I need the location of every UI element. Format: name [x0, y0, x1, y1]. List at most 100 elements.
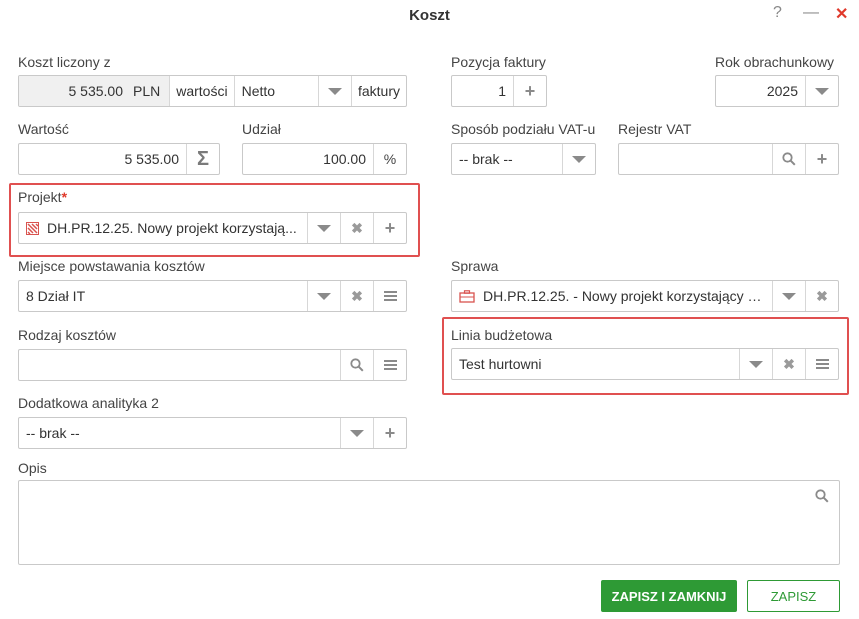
fiscal-year-dropdown-button[interactable] [805, 76, 838, 106]
vat-register-label: Rejestr VAT [618, 121, 692, 137]
cost-from-invoice-label: faktury [350, 76, 406, 106]
fiscal-year-value: 2025 [766, 83, 798, 99]
cost-center-label: Miejsce powstawania kosztów [18, 258, 205, 274]
chevron-down-icon [572, 155, 586, 163]
fiscal-year-select[interactable]: 2025 [715, 75, 839, 107]
project-value: DH.PR.12.25. Nowy projekt korzystają... [19, 213, 307, 243]
cost-from-of-label: wartości [169, 76, 233, 106]
clear-icon: ✖ [816, 287, 828, 304]
cost-center-dropdown-button[interactable] [307, 281, 340, 311]
sum-button[interactable]: Σ [186, 144, 219, 174]
search-icon [815, 489, 829, 503]
plus-icon: + [524, 81, 536, 101]
plus-icon: + [384, 423, 396, 443]
cost-type-search-button[interactable] [340, 350, 373, 380]
list-icon [815, 359, 829, 369]
list-icon [383, 360, 397, 370]
description-textarea[interactable] [18, 480, 840, 565]
vat-register-add-button[interactable]: + [805, 144, 838, 174]
extra-analytics-label: Dodatkowa analityka 2 [18, 395, 159, 411]
chevron-down-icon [749, 360, 763, 368]
clear-icon: ✖ [783, 355, 795, 372]
share-unit: % [373, 144, 406, 174]
vat-split-label: Sposób podziału VAT-u [451, 121, 596, 137]
vat-register-input[interactable] [619, 144, 772, 174]
project-dropdown-button[interactable] [307, 213, 340, 243]
clear-icon: ✖ [351, 219, 363, 236]
share-input[interactable]: 100.00 [243, 144, 373, 174]
value-input[interactable]: 5 535.00 [19, 144, 186, 174]
share-field: 100.00 % [242, 143, 407, 175]
case-select[interactable]: DH.PR.12.25. - Nowy projekt korzystający… [451, 280, 839, 312]
cost-center-clear-button[interactable]: ✖ [340, 281, 373, 311]
cost-from-field: 5 535.00 PLN wartości Netto faktury [18, 75, 407, 107]
chevron-down-icon [350, 429, 364, 437]
vat-split-value: -- brak -- [459, 151, 513, 167]
cost-center-value: 8 Dział IT [26, 288, 86, 304]
plus-icon: + [384, 218, 396, 238]
case-clear-button[interactable]: ✖ [805, 281, 838, 311]
cost-type-list-button[interactable] [373, 350, 406, 380]
project-icon [26, 221, 39, 235]
case-value: DH.PR.12.25. - Nowy projekt korzystający… [452, 281, 772, 311]
project-label: Projekt* [18, 189, 68, 205]
fiscal-year-label: Rok obrachunkowy [715, 54, 835, 70]
vat-register-field: + [618, 143, 839, 175]
extra-analytics-dropdown-button[interactable] [340, 418, 373, 448]
search-icon [350, 358, 364, 372]
vat-split-select[interactable]: -- brak -- [451, 143, 596, 175]
window-title: Koszt [409, 7, 450, 24]
chevron-down-icon [782, 292, 796, 300]
description-search-button[interactable] [815, 489, 829, 508]
list-icon [383, 291, 397, 301]
project-clear-button[interactable]: ✖ [340, 213, 373, 243]
invoice-position-field: 1 + [451, 75, 547, 107]
case-label: Sprawa [451, 258, 499, 274]
extra-analytics-value: -- brak -- [26, 425, 80, 441]
plus-icon: + [816, 149, 828, 169]
help-icon[interactable]: ? [773, 4, 782, 22]
close-icon[interactable]: ✕ [835, 4, 848, 24]
save-and-close-button[interactable]: ZAPISZ I ZAMKNIJ [601, 580, 737, 612]
description-label: Opis [18, 460, 47, 476]
cost-center-list-button[interactable] [373, 281, 406, 311]
net-value-dropdown-button[interactable] [317, 76, 351, 106]
vat-register-search-button[interactable] [772, 144, 805, 174]
cost-center-select[interactable]: 8 Dział IT ✖ [18, 280, 407, 312]
invoice-position-label: Pozycja faktury [451, 54, 546, 70]
value-field: 5 535.00 Σ [18, 143, 220, 175]
budget-line-clear-button[interactable]: ✖ [772, 349, 805, 379]
search-icon [782, 152, 796, 166]
cost-from-label: Koszt liczony z [18, 54, 111, 70]
project-select[interactable]: DH.PR.12.25. Nowy projekt korzystają... … [18, 212, 407, 244]
value-label: Wartość [18, 121, 69, 137]
minimize-icon[interactable]: — [803, 4, 819, 22]
budget-line-list-button[interactable] [805, 349, 838, 379]
chevron-down-icon [815, 87, 829, 95]
cost-from-amount: 5 535.00 [19, 76, 129, 106]
chevron-down-icon [317, 292, 331, 300]
title-bar: Koszt ? — ✕ [0, 0, 859, 34]
extra-analytics-select[interactable]: -- brak -- + [18, 417, 407, 449]
budget-line-select[interactable]: Test hurtowni ✖ [451, 348, 839, 380]
save-button[interactable]: ZAPISZ [747, 580, 840, 612]
budget-line-label: Linia budżetowa [451, 327, 553, 343]
extra-analytics-add-button[interactable]: + [373, 418, 406, 448]
case-dropdown-button[interactable] [772, 281, 805, 311]
invoice-position-add-button[interactable]: + [513, 76, 546, 106]
net-value-select[interactable]: Netto [233, 76, 318, 106]
cost-type-field [18, 349, 407, 381]
sigma-icon: Σ [196, 147, 209, 170]
chevron-down-icon [317, 224, 331, 232]
briefcase-icon [459, 289, 475, 303]
budget-line-dropdown-button[interactable] [739, 349, 772, 379]
budget-line-value: Test hurtowni [459, 356, 542, 372]
vat-split-dropdown-button[interactable] [562, 144, 595, 174]
clear-icon: ✖ [351, 287, 363, 304]
cost-type-input[interactable] [19, 350, 340, 380]
share-label: Udział [242, 121, 281, 137]
project-add-button[interactable]: + [373, 213, 406, 243]
required-mark: * [61, 189, 68, 205]
chevron-down-icon [327, 87, 342, 95]
invoice-position-input[interactable]: 1 [452, 76, 513, 106]
